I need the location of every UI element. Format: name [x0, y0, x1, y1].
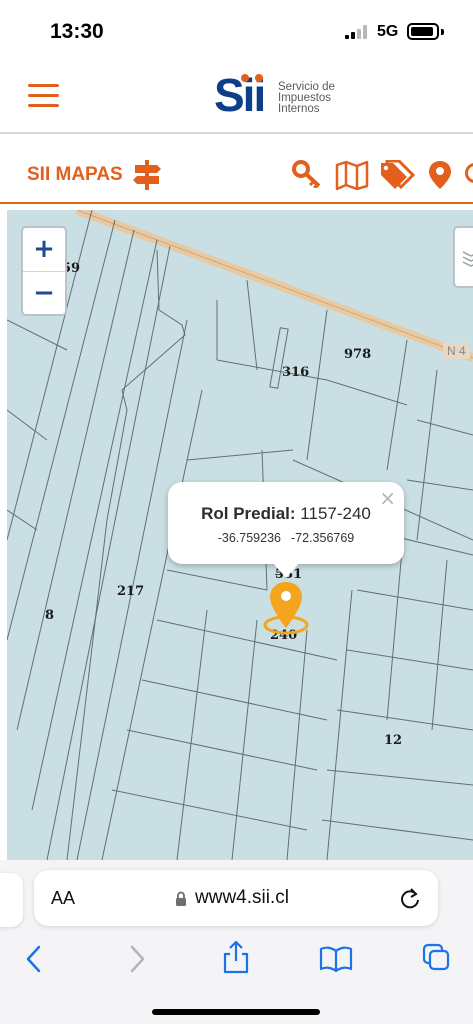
tags-icon[interactable]	[379, 160, 417, 190]
road-label: N 4	[443, 343, 470, 359]
app-title: SII MAPAS	[27, 164, 123, 185]
back-icon[interactable]	[25, 944, 43, 974]
logo-text: Servicio de Impuestos Internos	[278, 81, 335, 115]
forward-icon[interactable]	[128, 944, 146, 974]
hamburger-menu-icon[interactable]	[28, 84, 59, 108]
zoom-out-button[interactable]: −	[23, 272, 65, 315]
lot-number: 8	[45, 608, 55, 623]
reload-icon[interactable]	[400, 888, 420, 910]
cellular-signal-icon	[345, 25, 369, 39]
network-type: 5G	[377, 23, 399, 40]
lot-number: 12	[384, 733, 403, 748]
lot-number: 978	[344, 347, 372, 362]
more-tools-icon[interactable]	[465, 163, 473, 183]
zoom-in-button[interactable]: +	[23, 228, 65, 271]
lock-icon	[176, 891, 186, 906]
popup-title: Rol Predial: 1157-240	[168, 504, 404, 524]
page: 13:30 5G Sii Servicio de Impuestos Inter…	[0, 0, 473, 1024]
location-marker-icon[interactable]	[262, 580, 312, 638]
map-icon[interactable]	[335, 160, 369, 190]
logo-line: Internos	[278, 103, 320, 115]
key-icon[interactable]	[292, 160, 322, 188]
lot-number: 316	[282, 365, 310, 380]
signpost-icon[interactable]	[133, 160, 161, 190]
logo-dot	[255, 74, 263, 82]
share-icon[interactable]	[222, 940, 250, 974]
map-view[interactable]: 59 316 978 5̶31 217 8 240 12 N 4 + − × R…	[7, 210, 473, 860]
parcel-popup: × Rol Predial: 1157-240 -36.759236 -72.35…	[168, 482, 404, 578]
rol-label: Rol Predial:	[201, 504, 296, 523]
previous-tab[interactable]	[0, 873, 23, 927]
lot-number: 217	[117, 584, 145, 599]
latitude: -36.759236	[217, 531, 281, 545]
popup-coordinates: -36.759236 -72.356769	[168, 531, 404, 545]
reader-options-button[interactable]: AA	[51, 888, 75, 909]
sii-logo[interactable]: Sii Servicio de Impuestos Internos	[214, 70, 346, 120]
status-bar: 13:30 5G	[0, 0, 473, 62]
popup-tail	[272, 562, 300, 578]
logo-dot	[241, 74, 249, 82]
tabs-icon[interactable]	[421, 942, 451, 972]
status-time: 13:30	[50, 20, 104, 43]
site-header: Sii Servicio de Impuestos Internos	[0, 62, 473, 134]
zoom-control: + −	[21, 226, 67, 316]
rol-value: 1157-240	[300, 504, 371, 523]
longitude: -72.356769	[291, 531, 355, 545]
url-text: www4.sii.cl	[195, 887, 289, 908]
bookmarks-icon[interactable]	[319, 946, 353, 972]
home-indicator[interactable]	[152, 1009, 320, 1015]
battery-tip	[441, 29, 444, 35]
layers-icon	[462, 251, 473, 267]
address-bar[interactable]: AA www4.sii.cl	[34, 870, 438, 926]
battery-icon	[407, 23, 439, 40]
app-toolbar: SII MAPAS	[0, 136, 473, 204]
browser-nav-bar	[0, 940, 473, 984]
location-pin-icon[interactable]	[428, 160, 452, 190]
browser-chrome: AA www4.sii.cl	[0, 860, 473, 1024]
layers-button[interactable]	[453, 226, 473, 288]
